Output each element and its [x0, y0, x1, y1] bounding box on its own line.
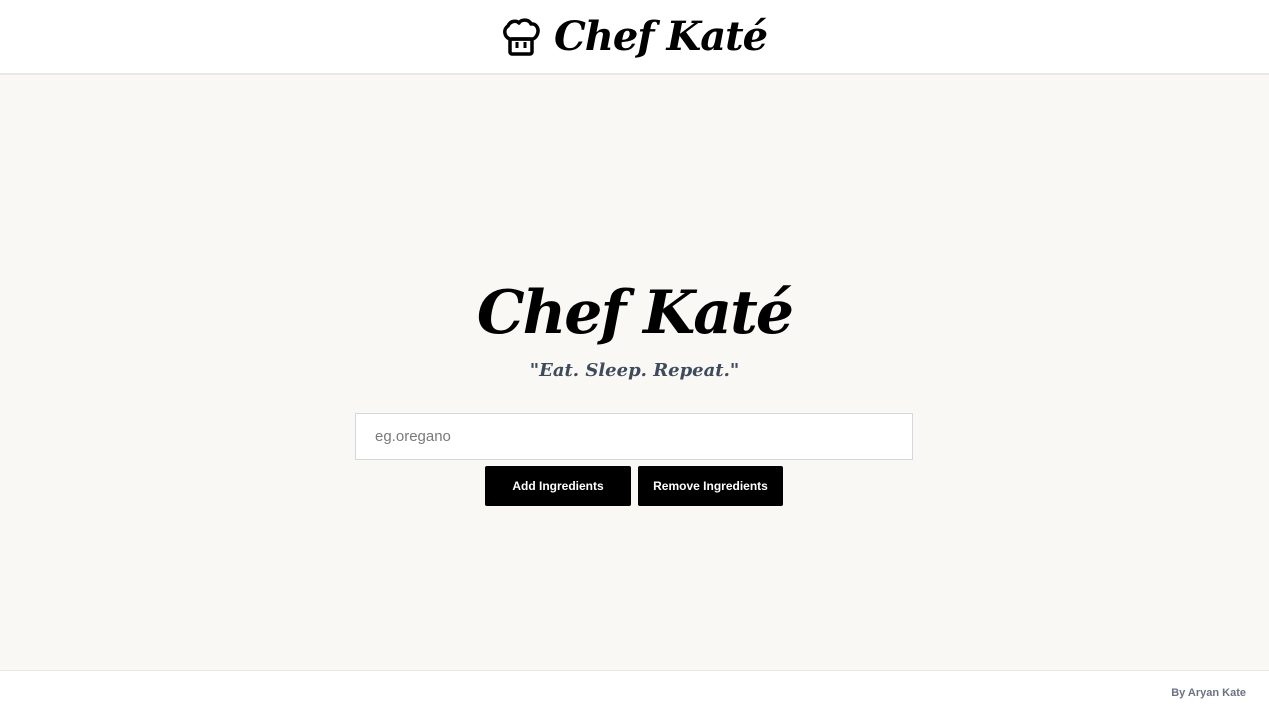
- add-ingredients-button[interactable]: Add Ingredients: [485, 466, 631, 506]
- brand[interactable]: Chef Katé: [502, 12, 768, 60]
- remove-ingredients-button[interactable]: Remove Ingredients: [638, 466, 783, 506]
- footer: By Aryan Kate: [0, 670, 1269, 714]
- brand-title: Chef Katé: [553, 12, 768, 60]
- top-header: Chef Katé: [0, 0, 1269, 75]
- ingredient-input[interactable]: [355, 413, 913, 460]
- chef-hat-icon: [503, 17, 540, 56]
- hero-title: Chef Katé: [476, 278, 794, 348]
- hero: Chef Katé "Eat. Sleep. Repeat.": [0, 280, 1269, 381]
- author-credit: By Aryan Kate: [1171, 686, 1246, 699]
- tagline: "Eat. Sleep. Repeat.": [529, 360, 740, 381]
